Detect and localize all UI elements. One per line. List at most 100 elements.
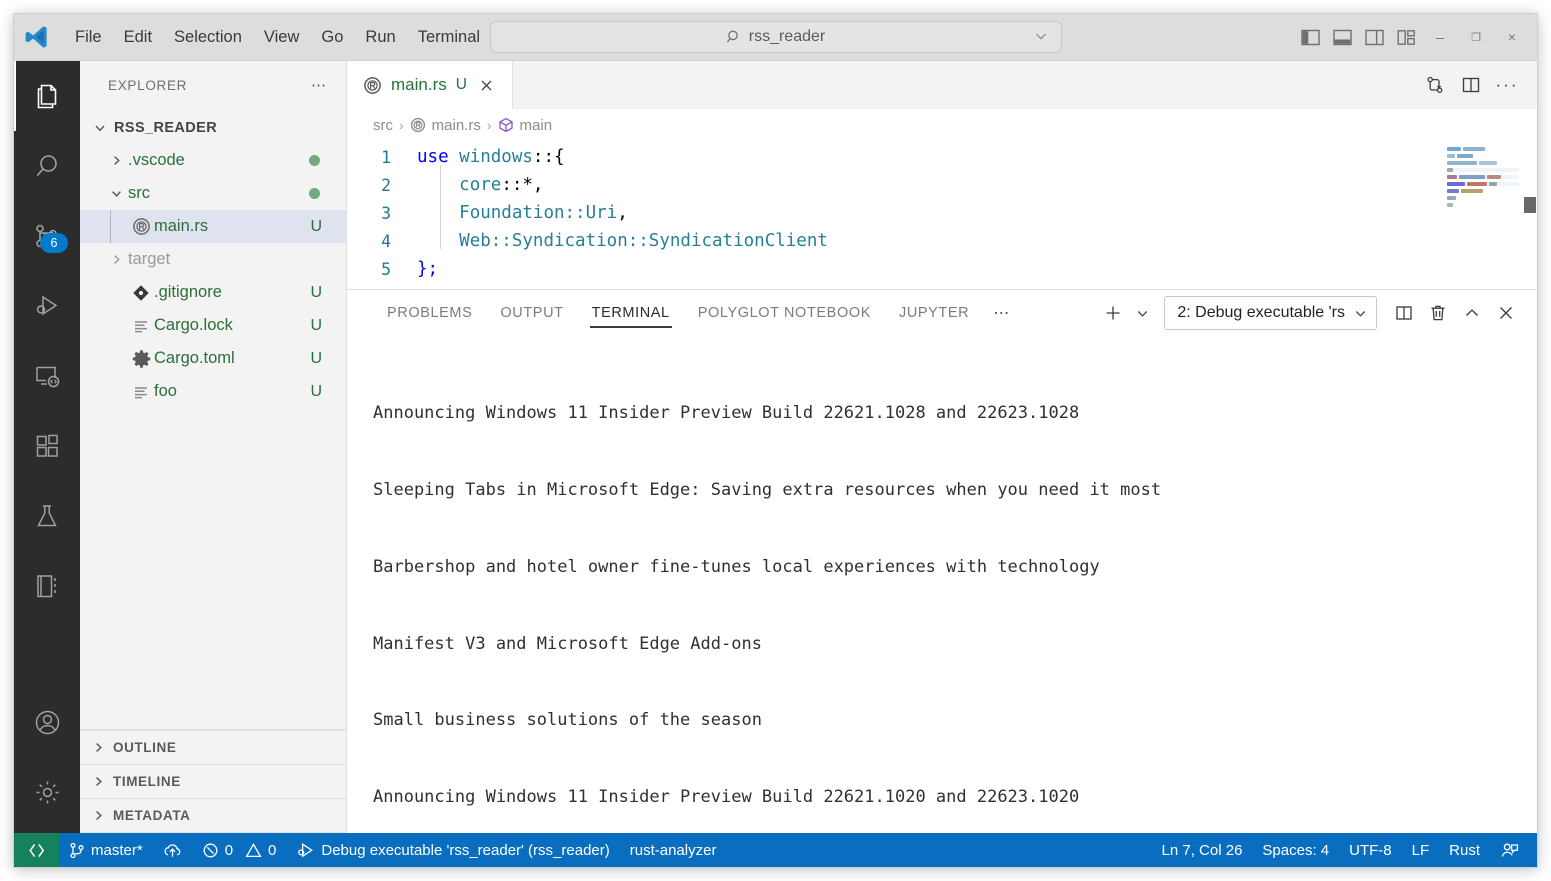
remote-host-indicator[interactable]	[14, 833, 59, 867]
menu-view[interactable]: View	[253, 23, 310, 51]
section-label: TIMELINE	[113, 774, 181, 789]
breadcrumb-item-main-symbol[interactable]: main	[498, 117, 552, 134]
trash-icon[interactable]	[1423, 298, 1453, 328]
menu-run[interactable]: Run	[354, 23, 406, 51]
status-feedback[interactable]	[1490, 833, 1529, 867]
tree-row-cargo-lock[interactable]: Cargo.lock U	[80, 309, 346, 342]
editor-scrollbar-thumb[interactable]	[1524, 197, 1536, 213]
close-icon[interactable]	[476, 74, 498, 96]
status-sync-changes[interactable]	[153, 833, 192, 867]
quick-open-content: rss_reader	[726, 28, 825, 46]
status-debug-target[interactable]: Debug executable 'rss_reader' (rss_reade…	[286, 833, 619, 867]
tab-git-badge: U	[455, 76, 467, 93]
status-branch[interactable]: master*	[59, 833, 153, 867]
line-number: 3	[381, 203, 391, 223]
chevron-right-icon	[104, 253, 128, 266]
status-encoding[interactable]: UTF-8	[1339, 833, 1402, 867]
menu-go[interactable]: Go	[310, 23, 354, 51]
tab-main-rs[interactable]: main.rs U	[347, 61, 513, 109]
activity-manage-settings[interactable]	[14, 757, 80, 827]
activity-run-and-debug[interactable]	[14, 271, 80, 341]
menu-file[interactable]: File	[64, 23, 113, 51]
status-error-count: 0	[224, 841, 234, 859]
split-editor-icon[interactable]	[1457, 71, 1485, 99]
activity-notebook[interactable]	[14, 551, 80, 621]
tree-row-gitignore[interactable]: .gitignore U	[80, 276, 346, 309]
rust-file-icon	[363, 76, 382, 95]
new-terminal-dropdown-chevron-down-icon[interactable]	[1132, 298, 1152, 328]
editor-scrollbar[interactable]	[1523, 141, 1537, 289]
ellipsis-icon[interactable]: ···	[1493, 71, 1521, 99]
chevron-right-icon	[92, 775, 105, 788]
terminal-line: Sleeping Tabs in Microsoft Edge: Saving …	[373, 479, 1162, 500]
tree-row-vscode[interactable]: .vscode	[80, 144, 346, 177]
terminal-line: Announcing Windows 11 Insider Preview Bu…	[373, 403, 1080, 424]
activity-explorer[interactable]	[14, 61, 80, 131]
menu-edit[interactable]: Edit	[113, 23, 163, 51]
menu-selection[interactable]: Selection	[163, 23, 253, 51]
activity-source-control[interactable]: 6	[14, 201, 80, 271]
tree-row-src[interactable]: src	[80, 177, 346, 210]
tab-jupyter[interactable]: JUPYTER	[885, 290, 983, 336]
run-debug-icon	[32, 291, 62, 321]
quick-open-bar[interactable]: rss_reader	[489, 21, 1062, 53]
activity-testing[interactable]	[14, 481, 80, 551]
activity-extensions[interactable]	[14, 411, 80, 481]
status-language-server[interactable]: rust-analyzer	[620, 833, 727, 867]
workspace-root-label: RSS_READER	[114, 119, 218, 136]
explorer-more-actions[interactable]: ⋯	[311, 76, 328, 94]
chevron-right-icon	[104, 154, 128, 167]
chevron-up-icon[interactable]	[1457, 298, 1487, 328]
tree-label: Cargo.toml	[154, 349, 235, 367]
chevron-down-icon[interactable]	[1033, 28, 1049, 44]
window-minimize-button[interactable]: –	[1423, 22, 1457, 52]
activity-accounts[interactable]	[14, 687, 80, 757]
activity-remote-explorer[interactable]	[14, 341, 80, 411]
status-problems[interactable]: 0 0	[192, 833, 287, 867]
status-cursor-position[interactable]: Ln 7, Col 26	[1152, 833, 1253, 867]
status-language-mode[interactable]: Rust	[1439, 833, 1490, 867]
panel-actions: 2: Debug executable 'rs	[1098, 296, 1521, 330]
customize-layout-button[interactable]	[1391, 22, 1421, 52]
tab-polyglot-notebook[interactable]: POLYGLOT NOTEBOOK	[684, 290, 885, 336]
tab-terminal[interactable]: TERMINAL	[578, 290, 684, 336]
plus-icon[interactable]	[1098, 298, 1128, 328]
activity-search[interactable]	[14, 131, 80, 201]
section-timeline[interactable]: TIMELINE	[80, 765, 346, 799]
code-line: 1 use windows::{	[347, 143, 1537, 171]
tree-row-foo[interactable]: foo U	[80, 375, 346, 408]
window-close-button[interactable]: ×	[1495, 22, 1529, 52]
git-status-badge: U	[310, 382, 322, 400]
chevron-down-icon	[1353, 306, 1368, 321]
breadcrumb-item-src[interactable]: src	[373, 117, 393, 134]
tree-label: target	[128, 250, 171, 268]
toggle-primary-sidebar-button[interactable]	[1295, 22, 1325, 52]
minimap[interactable]	[1447, 147, 1519, 289]
tree-row-main-rs[interactable]: main.rs U	[80, 210, 346, 243]
split-terminal-icon[interactable]	[1389, 298, 1419, 328]
files-icon	[32, 81, 62, 111]
breadcrumb-item-main-rs[interactable]: main.rs	[410, 117, 481, 134]
menu-terminal[interactable]: Terminal	[407, 23, 491, 51]
toggle-panel-button[interactable]	[1327, 22, 1357, 52]
status-eol[interactable]: LF	[1402, 833, 1440, 867]
status-bar: master* 0 0 Debug executable 'rss_reader…	[14, 833, 1537, 867]
code-editor[interactable]: 1 use windows::{ 2 core::*, 3 Foundation…	[347, 141, 1537, 289]
bottom-panel: PROBLEMS OUTPUT TERMINAL POLYGLOT NOTEBO…	[347, 289, 1537, 833]
status-indentation[interactable]: Spaces: 4	[1252, 833, 1339, 867]
section-outline[interactable]: OUTLINE	[80, 730, 346, 765]
tree-row-target[interactable]: target	[80, 243, 346, 276]
toggle-secondary-sidebar-button[interactable]	[1359, 22, 1389, 52]
compare-changes-icon[interactable]	[1421, 71, 1449, 99]
workspace-root-row[interactable]: RSS_READER	[80, 111, 346, 144]
close-icon[interactable]	[1491, 298, 1521, 328]
tree-row-cargo-toml[interactable]: Cargo.toml U	[80, 342, 346, 375]
section-metadata[interactable]: METADATA	[80, 799, 346, 833]
window-maximize-button[interactable]: ❐	[1459, 22, 1493, 52]
panel-tabs-overflow[interactable]: ⋯	[983, 290, 1021, 336]
terminal-output[interactable]: Announcing Windows 11 Insider Preview Bu…	[347, 336, 1537, 833]
terminal-line: Small business solutions of the season	[373, 710, 762, 731]
terminal-selector[interactable]: 2: Debug executable 'rs	[1164, 296, 1377, 330]
tab-output[interactable]: OUTPUT	[486, 290, 577, 336]
tab-problems[interactable]: PROBLEMS	[373, 290, 486, 336]
